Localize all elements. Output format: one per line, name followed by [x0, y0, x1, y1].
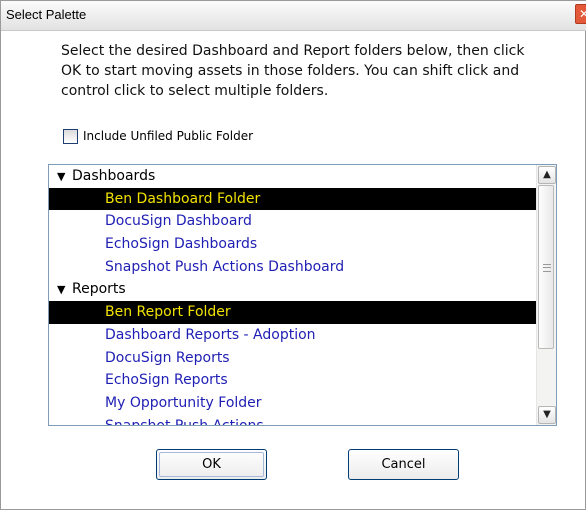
ok-button-label: OK [202, 457, 221, 472]
include-unfiled-row[interactable]: Include Unfiled Public Folder [63, 127, 253, 145]
tree-group-reports[interactable]: ▼ Reports [49, 278, 538, 301]
list-item-echosign-reports[interactable]: EchoSign Reports [49, 369, 538, 392]
collapse-triangle-icon[interactable]: ▼ [57, 279, 72, 302]
collapse-triangle-icon[interactable]: ▼ [57, 166, 72, 189]
include-unfiled-label[interactable]: Include Unfiled Public Folder [83, 129, 253, 143]
list-item-dashboard-reports-adoption[interactable]: Dashboard Reports - Adoption [49, 324, 538, 347]
title-bar[interactable]: Select Palette ✕ [1, 1, 586, 31]
tree-group-label: Reports [72, 281, 126, 298]
grip-icon [543, 264, 551, 272]
include-unfiled-checkbox[interactable] [63, 128, 78, 144]
list-item-snapshot-push-actions[interactable]: Snapshot Push Actions [49, 415, 538, 425]
list-item-docusign-reports[interactable]: DocuSign Reports [49, 347, 538, 370]
scroll-down-icon[interactable]: ▼ [538, 406, 556, 424]
list-item-ben-dashboard-folder[interactable]: Ben Dashboard Folder [49, 187, 538, 211]
vertical-scrollbar[interactable]: ▲ ▼ [536, 165, 556, 425]
cancel-button-label: Cancel [381, 457, 426, 472]
folder-list: ▼ Dashboards Ben Dashboard Folder DocuSig… [49, 165, 538, 425]
scroll-up-icon[interactable]: ▲ [538, 166, 556, 184]
instructions-text: Select the desired Dashboard and Report … [61, 43, 525, 99]
tree-group-label: Dashboards [72, 168, 156, 184]
list-item-echosign-dashboards[interactable]: EchoSign Dashboards [49, 233, 538, 256]
ok-button[interactable]: OK [156, 449, 267, 480]
window-title: Select Palette [6, 7, 87, 22]
scrollbar-thumb[interactable] [538, 185, 554, 349]
cancel-button[interactable]: Cancel [348, 449, 459, 480]
list-item-docusign-dashboard[interactable]: DocuSign Dashboard [49, 210, 538, 233]
list-item-my-opportunity-folder[interactable]: My Opportunity Folder [49, 392, 538, 415]
close-icon[interactable]: ✕ [575, 4, 586, 24]
list-item-snapshot-push-actions-dashboard[interactable]: Snapshot Push Actions Dashboard [49, 256, 538, 279]
list-item-ben-report-folder[interactable]: Ben Report Folder [49, 301, 538, 324]
tree-group-dashboards[interactable]: ▼ Dashboards [49, 165, 538, 188]
select-palette-dialog: Select Palette ✕ Select the desired Dash… [0, 0, 586, 510]
folder-listbox[interactable]: ▼ Dashboards Ben Dashboard Folder DocuSig… [48, 164, 557, 426]
